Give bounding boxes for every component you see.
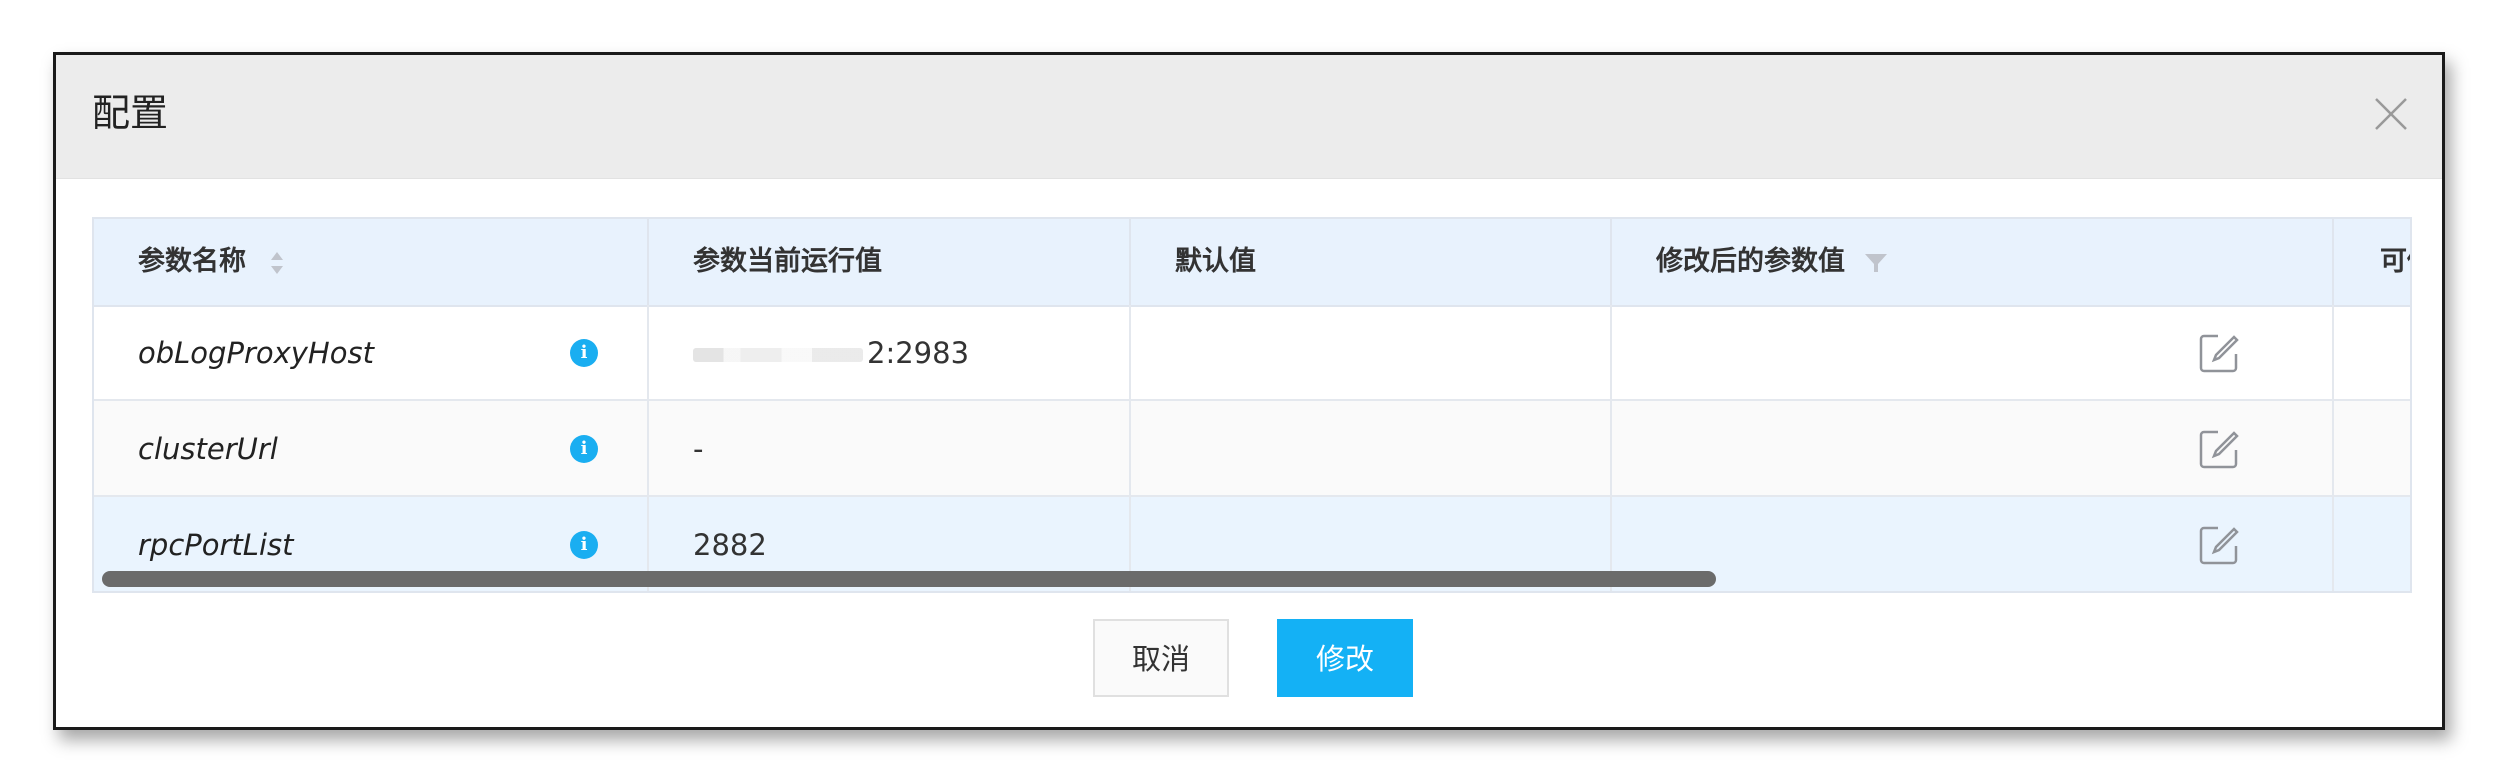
column-label: 默认值 (1175, 246, 1256, 277)
table-row: obLogProxyHost i 2:2983 (94, 305, 2410, 401)
table-row: clusterUrl i - (94, 401, 2410, 497)
modifiable-cell (2334, 305, 2410, 401)
default-value-cell (1131, 305, 1612, 401)
current-value-cell: - (649, 401, 1131, 497)
filter-icon[interactable] (1864, 252, 1888, 274)
masked-ip (693, 348, 863, 362)
column-header-param-name[interactable]: 参数名称 (94, 219, 649, 305)
column-label: 可修 (2380, 246, 2410, 277)
info-icon[interactable]: i (570, 339, 598, 367)
param-name: clusterUrl (138, 432, 278, 466)
column-label: 修改后的参数值 (1656, 246, 1845, 277)
edit-icon[interactable] (2198, 332, 2240, 374)
modify-button[interactable]: 修改 (1277, 619, 1413, 697)
column-header-modified-value[interactable]: 修改后的参数值 (1612, 219, 2334, 305)
param-name-cell: clusterUrl i (94, 401, 649, 497)
params-table: 参数名称 参数当前运行值 默认值 修改后的参数值 可修 (92, 217, 2412, 593)
column-header-default-value: 默认值 (1131, 219, 1612, 305)
close-icon[interactable] (2370, 93, 2412, 135)
horizontal-scrollbar[interactable] (102, 571, 1716, 587)
param-name-cell: obLogProxyHost i (94, 305, 649, 401)
column-label: 参数当前运行值 (693, 246, 882, 277)
column-label: 参数名称 (138, 246, 246, 277)
current-value: - (693, 432, 704, 466)
modifiable-cell (2334, 497, 2410, 591)
dialog-title: 配置 (92, 91, 169, 135)
column-header-modifiable: 可修 (2334, 219, 2410, 305)
current-value: 2:2983 (867, 336, 970, 370)
default-value-cell (1131, 401, 1612, 497)
dialog-header: 配置 (56, 55, 2442, 179)
dialog-footer: 取消 修改 (56, 619, 2442, 697)
edit-icon[interactable] (2198, 524, 2240, 566)
column-header-current-value: 参数当前运行值 (649, 219, 1131, 305)
modified-value-cell (1612, 305, 2334, 401)
info-icon[interactable]: i (570, 531, 598, 559)
modified-value-cell (1612, 497, 2334, 591)
edit-icon[interactable] (2198, 428, 2240, 470)
current-value: 2882 (693, 528, 767, 562)
param-name: rpcPortList (138, 528, 294, 562)
modifiable-cell (2334, 401, 2410, 497)
table-header: 参数名称 参数当前运行值 默认值 修改后的参数值 可修 (94, 219, 2410, 307)
config-dialog: 配置 参数名称 参数当前运行值 默认值 修改后的参数值 可 obLogProxy… (53, 52, 2445, 730)
cancel-button[interactable]: 取消 (1093, 619, 1229, 697)
sort-icon[interactable] (269, 249, 285, 277)
modified-value-cell (1612, 401, 2334, 497)
param-name: obLogProxyHost (138, 336, 374, 370)
current-value-cell: 2:2983 (649, 305, 1131, 401)
info-icon[interactable]: i (570, 435, 598, 463)
